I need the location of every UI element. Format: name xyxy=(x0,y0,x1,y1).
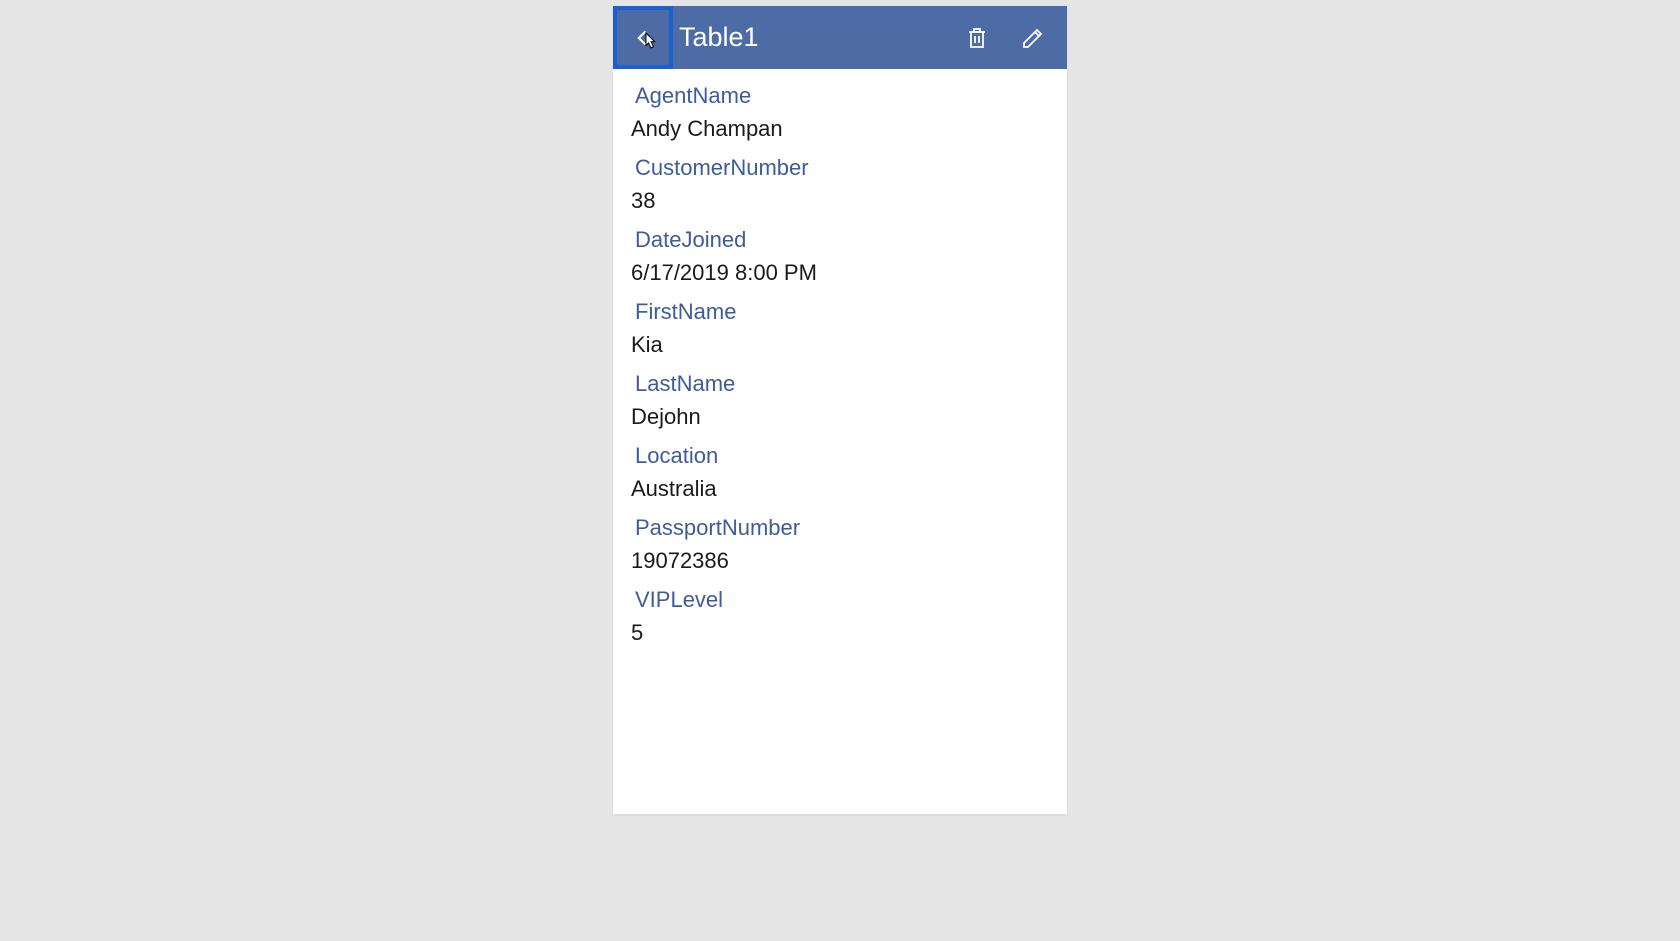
field-label: PassportNumber xyxy=(635,511,1045,544)
chevron-left-icon xyxy=(633,25,653,51)
detail-card: Table1 AgentName Andy Cha xyxy=(613,6,1067,814)
field-value: Kia xyxy=(631,328,1045,361)
field-datejoined: DateJoined 6/17/2019 8:00 PM xyxy=(635,223,1045,289)
field-agentname: AgentName Andy Champan xyxy=(635,79,1045,145)
pencil-icon xyxy=(1021,26,1045,50)
back-button[interactable] xyxy=(613,6,673,69)
field-viplevel: VIPLevel 5 xyxy=(635,583,1045,649)
field-value: Dejohn xyxy=(631,400,1045,433)
header-actions xyxy=(963,24,1067,52)
edit-button[interactable] xyxy=(1019,24,1047,52)
trash-icon xyxy=(965,26,989,50)
delete-button[interactable] xyxy=(963,24,991,52)
field-passportnumber: PassportNumber 19072386 xyxy=(635,511,1045,577)
field-label: VIPLevel xyxy=(635,583,1045,616)
field-label: FirstName xyxy=(635,295,1045,328)
page-title: Table1 xyxy=(679,22,963,53)
field-value: 5 xyxy=(631,616,1045,649)
field-lastname: LastName Dejohn xyxy=(635,367,1045,433)
field-location: Location Australia xyxy=(635,439,1045,505)
field-value: 38 xyxy=(631,184,1045,217)
field-label: Location xyxy=(635,439,1045,472)
field-customernumber: CustomerNumber 38 xyxy=(635,151,1045,217)
field-label: AgentName xyxy=(635,79,1045,112)
field-value: Australia xyxy=(631,472,1045,505)
field-label: CustomerNumber xyxy=(635,151,1045,184)
field-value: 19072386 xyxy=(631,544,1045,577)
field-firstname: FirstName Kia xyxy=(635,295,1045,361)
field-label: LastName xyxy=(635,367,1045,400)
detail-content: AgentName Andy Champan CustomerNumber 38… xyxy=(613,69,1067,655)
field-value: 6/17/2019 8:00 PM xyxy=(631,256,1045,289)
field-value: Andy Champan xyxy=(631,112,1045,145)
header-bar: Table1 xyxy=(613,6,1067,69)
field-label: DateJoined xyxy=(635,223,1045,256)
